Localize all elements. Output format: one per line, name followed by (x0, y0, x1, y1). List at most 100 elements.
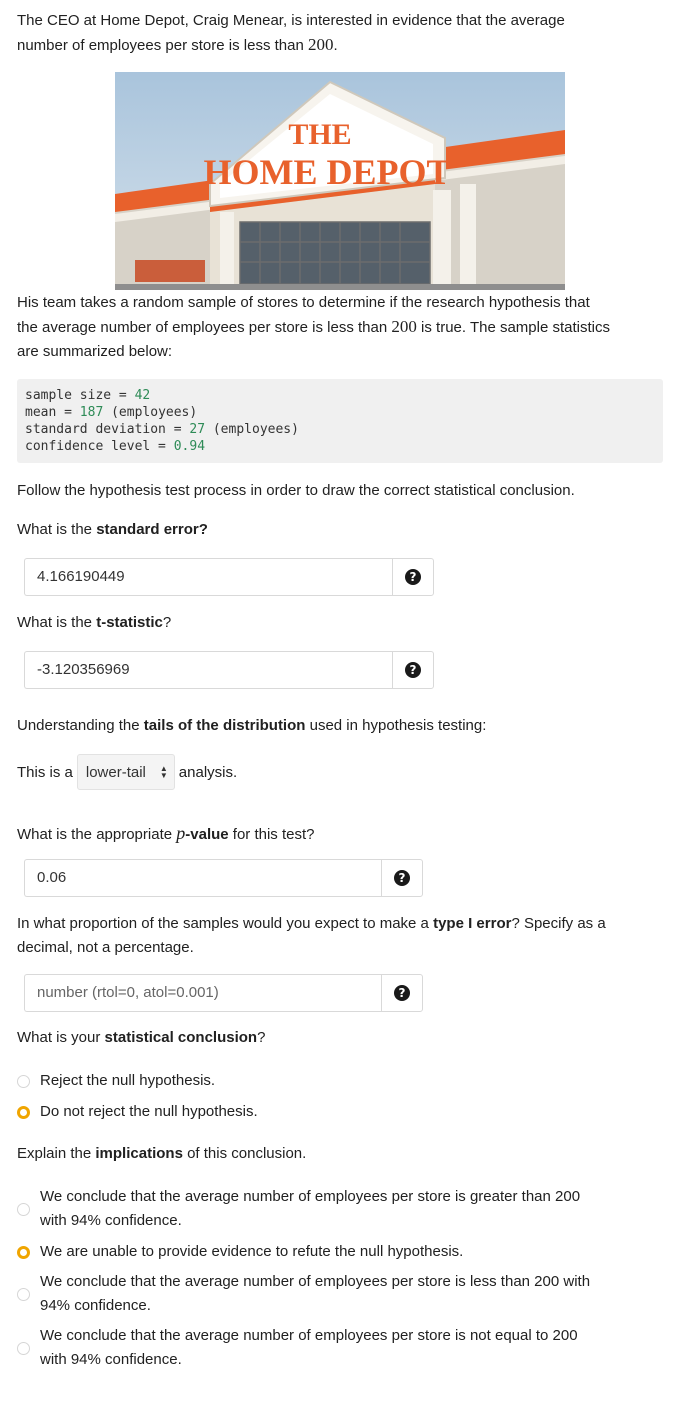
question-page: The CEO at Home Depot, Craig Menear, is … (0, 0, 696, 1410)
radio-button[interactable] (17, 1341, 30, 1355)
implication-option-greater[interactable]: We conclude that the average number of e… (17, 1185, 580, 1233)
question-mark-icon: ? (405, 662, 421, 678)
type-one-error-help-button[interactable]: ? (381, 974, 423, 1012)
stat-unit: (employees) (205, 422, 299, 437)
radio-button-selected[interactable] (17, 1105, 30, 1119)
radio-button[interactable] (17, 1074, 30, 1088)
tails-heading: Understanding the tails of the distribut… (17, 714, 486, 738)
question-p-value: What is the appropriate p-value for this… (17, 821, 315, 847)
stat-unit: (employees) (103, 405, 198, 420)
conclusion-option-reject[interactable]: Reject the null hypothesis. (17, 1069, 215, 1093)
question-text: What is your (17, 1029, 105, 1046)
implication-option-unable[interactable]: We are unable to provide evidence to ref… (17, 1240, 463, 1264)
stat-value: 187 (79, 405, 104, 420)
question-text: What is the (17, 521, 97, 538)
team-number: 200 (391, 317, 417, 336)
t-statistic-answer: -3.120356969 ? (24, 651, 434, 689)
question-t-statistic: What is the t-statistic? (17, 611, 171, 635)
intro-line-1: The CEO at Home Depot, Craig Menear, is … (17, 12, 565, 29)
question-line-2: decimal, not a percentage. (17, 939, 194, 956)
question-type-one-error: In what proportion of the samples would … (17, 912, 677, 960)
stat-label: mean = (25, 405, 80, 420)
question-implications: Explain the implications of this conclus… (17, 1142, 306, 1166)
question-suffix: ? (162, 614, 172, 631)
question-bold-text: type I error (433, 915, 512, 932)
stat-confidence-level: confidence level = 0.94 (25, 438, 655, 455)
question-bold-text: tails of the distribution (143, 717, 306, 734)
t-statistic-help-button[interactable]: ? (392, 651, 434, 689)
stat-value: 0.94 (173, 439, 206, 454)
option-line-1: We conclude that the average number of e… (40, 1327, 578, 1344)
p-symbol: p (176, 823, 186, 843)
p-value-answer: 0.06 ? (24, 859, 423, 897)
option-line-1: We conclude that the average number of e… (40, 1188, 581, 1205)
tail-type-select[interactable]: lower-tail ▲ ▼ (76, 754, 175, 790)
question-text: Understanding the (17, 717, 144, 734)
team-line-2-end: is true. The sample statistics (416, 319, 610, 336)
sign-the-text: THE (288, 118, 351, 151)
question-suffix: for this test? (228, 826, 315, 843)
stat-sample-size: sample size = 42 (25, 387, 655, 404)
intro-number: 200 (307, 35, 334, 54)
stat-value: 42 (134, 388, 151, 403)
option-line-2: 94% confidence. (40, 1297, 151, 1314)
question-text: Explain the (17, 1145, 96, 1162)
option-line-1: We conclude that the average number of e… (40, 1273, 591, 1290)
type-one-error-answer: number (rtol=0, atol=0.001) ? (24, 974, 423, 1012)
question-mark-icon: ? (394, 870, 410, 886)
question-bold-text: implications (95, 1145, 183, 1162)
implication-option-not-equal[interactable]: We conclude that the average number of e… (17, 1324, 578, 1372)
p-value-help-button[interactable]: ? (381, 859, 423, 897)
question-suffix: ? Specify as a (511, 915, 606, 932)
option-label: We conclude that the average number of e… (40, 1324, 578, 1372)
radio-button-selected[interactable] (17, 1245, 30, 1259)
tail-sentence-prefix: This is a (17, 763, 73, 781)
question-text: What is the (17, 614, 97, 631)
standard-error-answer: 4.166190449 ? (24, 558, 434, 596)
p-value-input[interactable]: 0.06 (24, 859, 381, 897)
standard-error-input[interactable]: 4.166190449 (24, 558, 392, 596)
question-mark-icon: ? (405, 569, 421, 585)
conclusion-option-do-not-reject[interactable]: Do not reject the null hypothesis. (17, 1100, 258, 1124)
tail-type-value: lower-tail (85, 763, 146, 781)
standard-error-help-button[interactable]: ? (392, 558, 434, 596)
question-bold-text: standard error? (96, 521, 208, 538)
option-label: Reject the null hypothesis. (40, 1072, 216, 1089)
sign-home-depot-text: HOME DEPOT (203, 152, 450, 192)
question-bold-text: t-statistic (96, 614, 163, 631)
question-standard-error: What is the standard error? (17, 518, 208, 542)
t-statistic-input[interactable]: -3.120356969 (24, 651, 392, 689)
question-mark-icon: ? (394, 985, 410, 1001)
question-bold-text: -value (185, 826, 229, 843)
question-suffix: of this conclusion. (182, 1145, 307, 1162)
option-line-2: with 94% confidence. (40, 1351, 182, 1368)
question-text: What is the appropriate (17, 826, 177, 843)
stat-mean: mean = 187 (employees) (25, 404, 655, 421)
question-suffix: used in hypothesis testing: (305, 717, 487, 734)
type-one-error-input[interactable]: number (rtol=0, atol=0.001) (24, 974, 381, 1012)
select-arrows-icon: ▲ ▼ (159, 764, 168, 780)
team-line-3: are summarized below: (17, 343, 173, 360)
option-line-2: with 94% confidence. (40, 1212, 182, 1229)
stat-label: sample size = (25, 388, 135, 403)
question-bold-text: statistical conclusion (104, 1029, 258, 1046)
tail-sentence: This is a lower-tail ▲ ▼ analysis. (17, 753, 237, 791)
option-label: We are unable to provide evidence to ref… (40, 1243, 464, 1260)
intro-text: The CEO at Home Depot, Craig Menear, is … (17, 9, 677, 58)
question-text: In what proportion of the samples would … (17, 915, 434, 932)
radio-button[interactable] (17, 1287, 30, 1301)
stat-standard-deviation: standard deviation = 27 (employees) (25, 421, 655, 438)
option-label: We conclude that the average number of e… (40, 1185, 580, 1233)
question-suffix: ? (257, 1029, 266, 1046)
follow-instructions: Follow the hypothesis test process in or… (17, 482, 575, 499)
option-label: Do not reject the null hypothesis. (40, 1103, 258, 1120)
tail-sentence-suffix: analysis. (178, 763, 238, 781)
stat-value: 27 (189, 422, 206, 437)
implication-option-less[interactable]: We conclude that the average number of e… (17, 1270, 590, 1318)
stat-label: confidence level = (25, 439, 174, 454)
team-text: His team takes a random sample of stores… (17, 291, 677, 364)
radio-button[interactable] (17, 1202, 30, 1216)
team-line-1: His team takes a random sample of stores… (17, 294, 590, 311)
intro-period: . (333, 37, 338, 54)
stat-label: standard deviation = (25, 422, 190, 437)
